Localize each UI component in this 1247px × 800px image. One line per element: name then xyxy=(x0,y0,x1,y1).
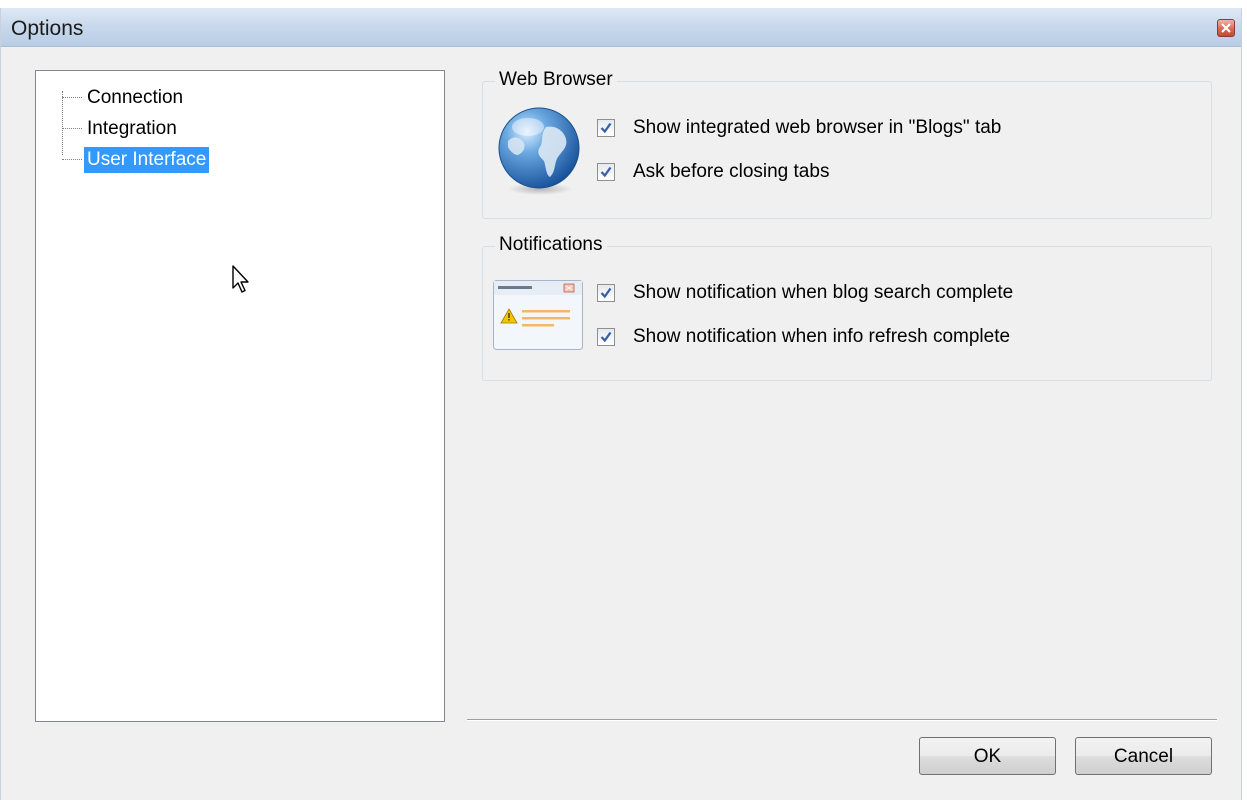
web-browser-group: Web Browser Show integrated web browser … xyxy=(482,69,1212,219)
web-browser-group-title: Web Browser xyxy=(495,69,617,91)
notify-blog-search-checkbox[interactable] xyxy=(597,284,615,302)
checkmark-icon xyxy=(600,287,612,299)
mouse-cursor-icon xyxy=(232,265,249,293)
close-button[interactable] xyxy=(1217,19,1235,37)
window-title: Options xyxy=(11,17,84,40)
notify-info-refresh-label: Show notification when info refresh comp… xyxy=(633,326,1011,347)
tree-item-label: Connection xyxy=(87,87,184,108)
checkmark-icon xyxy=(600,331,612,343)
tree-item-label: User Interface xyxy=(84,147,210,173)
ask-before-closing-tabs-checkbox[interactable] xyxy=(597,163,615,181)
close-icon xyxy=(1221,23,1231,33)
checkmark-icon xyxy=(600,122,612,134)
cancel-button[interactable]: Cancel xyxy=(1075,737,1212,775)
show-integrated-browser-label: Show integrated web browser in "Blogs" t… xyxy=(633,117,1002,138)
notify-blog-search-label: Show notification when blog search compl… xyxy=(633,282,1014,303)
notify-info-refresh-checkbox[interactable] xyxy=(597,328,615,346)
notifications-group-title: Notifications xyxy=(495,234,607,256)
options-category-tree[interactable]: Connection Integration User Interface xyxy=(35,70,445,722)
ask-before-closing-tabs-label: Ask before closing tabs xyxy=(633,161,830,182)
checkmark-icon xyxy=(600,166,612,178)
tree-connector xyxy=(62,97,82,98)
title-bar[interactable]: Options xyxy=(1,8,1241,47)
button-separator xyxy=(467,719,1217,721)
notification-window-icon xyxy=(493,280,583,350)
globe-icon xyxy=(498,107,580,195)
tree-connector xyxy=(62,128,82,129)
ok-button[interactable]: OK xyxy=(919,737,1056,775)
tree-connector xyxy=(62,159,82,160)
notifications-group: Notifications Show notification when blo… xyxy=(482,234,1212,381)
options-dialog: Options Connection Integration User Inte… xyxy=(0,8,1242,800)
tree-item-label: Integration xyxy=(87,118,177,139)
tree-connector-line xyxy=(62,91,63,155)
show-integrated-browser-checkbox[interactable] xyxy=(597,119,615,137)
